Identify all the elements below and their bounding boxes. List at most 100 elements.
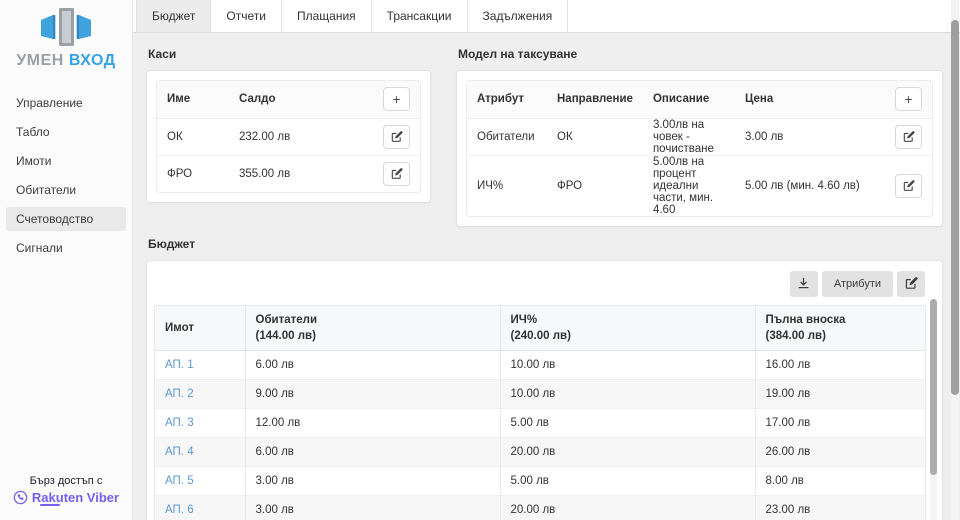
tab-payments[interactable]: Плащания	[282, 0, 372, 32]
tax-rule-attribute: ИЧ%	[467, 155, 547, 216]
budget-row: АП. 5 3.00 лв 5.00 лв 8.00 лв	[155, 466, 925, 495]
budget-row: АП. 4 6.00 лв 20.00 лв 26.00 лв	[155, 437, 925, 466]
main-area: Бюджет Отчети Плащания Трансакции Задълж…	[133, 0, 960, 520]
tax-rule-direction: ФРО	[547, 155, 643, 216]
full-installment-amount: 23.00 лв	[755, 495, 925, 520]
budget-header-ideal-parts-total: (240.00 лв)	[511, 328, 745, 344]
edit-icon	[903, 180, 915, 192]
cash-desk-balance: 355.00 лв	[229, 155, 373, 192]
sidebar-item-residents[interactable]: Обитатели	[6, 178, 126, 202]
sidebar-nav: Управление Табло Имоти Обитатели Счетово…	[0, 91, 132, 260]
tax-rule-description: 5.00лв на процент идеални части, мин. 4.…	[643, 155, 735, 216]
tax-rule-price: 5.00 лв (мин. 4.60 лв)	[735, 155, 885, 216]
property-link[interactable]: АП. 1	[165, 359, 194, 371]
sidebar-item-accounting[interactable]: Счетоводство	[6, 207, 126, 231]
residents-amount: 6.00 лв	[245, 350, 500, 379]
property-link[interactable]: АП. 3	[165, 417, 194, 429]
property-link[interactable]: АП. 5	[165, 475, 194, 487]
ideal-parts-amount: 20.00 лв	[500, 437, 755, 466]
download-budget-button[interactable]	[790, 271, 818, 297]
budget-table: Имот Обитатели (144.00 лв) ИЧ% (240.00 л…	[154, 305, 926, 520]
model-header-price: Цена	[735, 81, 885, 118]
edit-budget-button[interactable]	[897, 271, 925, 297]
viber-link[interactable]: Rakuten Viber	[13, 490, 119, 505]
cash-desk-balance: 232.00 лв	[229, 118, 373, 155]
add-tax-rule-button[interactable]: +	[895, 87, 922, 111]
residents-amount: 9.00 лв	[245, 379, 500, 408]
edit-cash-desk-button[interactable]	[383, 125, 410, 149]
page-scrollbar-thumb[interactable]	[951, 20, 959, 395]
viber-label: Rakuten Viber	[32, 490, 119, 505]
sidebar-item-management[interactable]: Управление	[6, 91, 126, 115]
edit-tax-rule-button[interactable]	[895, 125, 922, 149]
ideal-parts-amount: 10.00 лв	[500, 350, 755, 379]
edit-icon	[391, 131, 403, 143]
budget-header-full-installment: Пълна вноска	[766, 312, 916, 328]
budget-card: Атрибути Имот Обитатели (144.00 лв)	[146, 260, 943, 520]
ideal-parts-amount: 5.00 лв	[500, 466, 755, 495]
residents-amount: 3.00 лв	[245, 495, 500, 520]
cash-desks-title: Каси	[148, 47, 431, 61]
full-installment-amount: 16.00 лв	[755, 350, 925, 379]
model-header-direction: Направление	[547, 81, 643, 118]
sidebar-item-properties[interactable]: Имоти	[6, 149, 126, 173]
tab-obligations[interactable]: Задължения	[468, 0, 569, 32]
edit-tax-rule-button[interactable]	[895, 174, 922, 198]
ideal-parts-amount: 20.00 лв	[500, 495, 755, 520]
budget-row: АП. 2 9.00 лв 10.00 лв 19.00 лв	[155, 379, 925, 408]
sidebar-item-dashboard[interactable]: Табло	[6, 120, 126, 144]
full-installment-amount: 8.00 лв	[755, 466, 925, 495]
sidebar: УМЕН ВХОД Управление Табло Имоти Обитате…	[0, 0, 133, 520]
accounting-tabbar: Бюджет Отчети Плащания Трансакции Задълж…	[133, 0, 960, 33]
brand-name-gray: УМЕН	[16, 52, 64, 69]
viber-quick-access: Бърз достъп с Rakuten Viber	[0, 475, 132, 510]
model-header-attribute: Атрибут	[467, 81, 547, 118]
tab-reports[interactable]: Отчети	[211, 0, 282, 32]
quick-access-label: Бърз достъп с	[0, 475, 132, 487]
edit-icon	[905, 277, 918, 290]
full-installment-amount: 26.00 лв	[755, 437, 925, 466]
cash-header-name: Име	[157, 81, 229, 118]
page-scrollbar[interactable]	[951, 0, 959, 520]
budget-row: АП. 6 3.00 лв 20.00 лв 23.00 лв	[155, 495, 925, 520]
model-header-description: Описание	[643, 81, 735, 118]
residents-amount: 12.00 лв	[245, 408, 500, 437]
add-cash-desk-button[interactable]: +	[383, 87, 410, 111]
edit-cash-desk-button[interactable]	[383, 162, 410, 186]
budget-header-ideal-parts: ИЧ%	[511, 312, 745, 328]
budget-section: Бюджет Атрибути Имот	[146, 237, 943, 520]
sidebar-item-signals[interactable]: Сигнали	[6, 236, 126, 260]
property-link[interactable]: АП. 2	[165, 388, 194, 400]
tax-model-card: Атрибут Направление Описание Цена +	[456, 70, 943, 227]
full-installment-amount: 17.00 лв	[755, 408, 925, 437]
budget-scrollbar-thumb[interactable]	[930, 299, 937, 475]
brand-name-blue: ВХОД	[69, 52, 116, 69]
tab-budget[interactable]: Бюджет	[136, 0, 211, 32]
budget-header-residents: Обитатели	[256, 312, 490, 328]
viber-icon	[13, 490, 28, 505]
buildings-logo-icon	[34, 7, 98, 47]
edit-icon	[391, 168, 403, 180]
tax-model-section: Модел на таксуване Атрибут Направление О…	[456, 44, 943, 227]
budget-table-scrollbar[interactable]	[930, 299, 937, 520]
budget-row: АП. 1 6.00 лв 10.00 лв 16.00 лв	[155, 350, 925, 379]
budget-title: Бюджет	[148, 237, 943, 251]
property-link[interactable]: АП. 4	[165, 446, 194, 458]
app-window: УМЕН ВХОД Управление Табло Имоти Обитате…	[0, 0, 960, 520]
ideal-parts-amount: 5.00 лв	[500, 408, 755, 437]
download-icon	[797, 277, 810, 290]
tax-rule-row: ИЧ% ФРО 5.00лв на процент идеални части,…	[467, 155, 932, 216]
budget-row: АП. 3 12.00 лв 5.00 лв 17.00 лв	[155, 408, 925, 437]
tax-rule-row: Обитатели ОК 3.00лв на човек - почистван…	[467, 118, 932, 155]
residents-amount: 6.00 лв	[245, 437, 500, 466]
content-area: Каси Име Салдо +	[133, 33, 960, 520]
tab-transactions[interactable]: Трансакции	[372, 0, 468, 32]
attributes-button[interactable]: Атрибути	[822, 271, 893, 297]
budget-header-residents-total: (144.00 лв)	[256, 328, 490, 344]
brand-name: УМЕН ВХОД	[0, 53, 132, 69]
property-link[interactable]: АП. 6	[165, 504, 194, 516]
full-installment-amount: 19.00 лв	[755, 379, 925, 408]
cash-desk-row: ОК 232.00 лв	[157, 118, 420, 155]
tax-model-title: Модел на таксуване	[458, 47, 943, 61]
cash-header-balance: Салдо	[229, 81, 373, 118]
